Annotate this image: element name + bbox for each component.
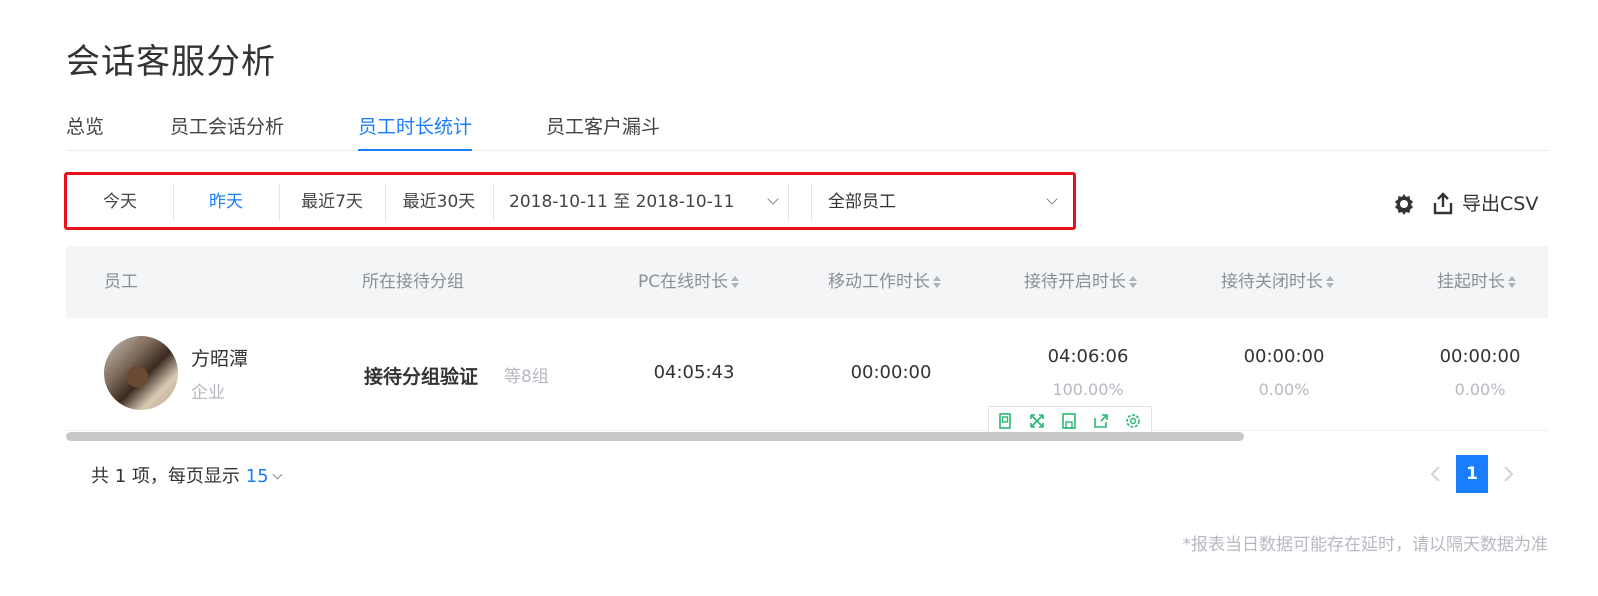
col-pc-online[interactable]: PC在线时长 <box>638 246 740 318</box>
share-icon[interactable] <box>1091 411 1111 431</box>
save-icon[interactable] <box>1059 411 1079 431</box>
tab-overview[interactable]: 总览 <box>66 112 104 149</box>
horizontal-scrollbar[interactable] <box>66 432 1244 441</box>
table-header: 员工 所在接待分组 PC在线时长 移动工作时长 接待开启时长 接待关闭时长 挂起… <box>66 246 1548 318</box>
sort-icon <box>1129 276 1137 288</box>
page-title: 会话客服分析 <box>66 42 276 82</box>
page-number-button[interactable]: 1 <box>1456 455 1488 493</box>
suspended-pct: 0.00% <box>1454 380 1506 399</box>
range-7days-button[interactable]: 最近7天 <box>279 183 386 221</box>
reception-open-pct: 100.00% <box>1052 380 1124 399</box>
upload-icon <box>1433 192 1453 215</box>
expand-icon[interactable] <box>1027 411 1047 431</box>
reception-closed-pct: 0.00% <box>1258 380 1310 399</box>
chevron-down-icon <box>272 469 283 480</box>
date-range-value: 2018-10-11 至 2018-10-11 <box>509 192 735 212</box>
page-size-select[interactable]: 15 <box>246 466 283 487</box>
range-yesterday-button[interactable]: 昨天 <box>173 183 280 221</box>
col-suspended[interactable]: 挂起时长 <box>1437 246 1516 318</box>
export-csv-label: 导出CSV <box>1462 193 1539 215</box>
reception-closed-value: 00:00:00 <box>1243 346 1325 367</box>
col-reception-closed[interactable]: 接待关闭时长 <box>1221 246 1334 318</box>
staff-name: 方昭潭 <box>191 348 249 370</box>
chevron-left-icon[interactable] <box>1426 464 1446 484</box>
sort-icon <box>731 276 740 288</box>
staff-select[interactable]: 全部员工 <box>811 183 1067 221</box>
gear-icon[interactable] <box>1392 192 1416 216</box>
col-group: 所在接待分组 <box>362 272 464 292</box>
col-mobile-work[interactable]: 移动工作时长 <box>828 246 941 318</box>
group-name: 接待分组验证 <box>364 366 479 388</box>
staff-type: 企业 <box>191 383 225 403</box>
avatar <box>104 336 178 410</box>
pagination-summary: 共 1 项，每页显示 15 <box>91 462 283 488</box>
pc-online-value: 04:05:43 <box>653 362 735 383</box>
chevron-down-icon <box>1046 193 1058 205</box>
export-csv-button[interactable]: 导出CSV <box>1432 190 1538 218</box>
gear-icon[interactable] <box>1123 411 1143 431</box>
filter-bar: 今天 昨天 最近7天 最近30天 2018-10-11 至 2018-10-11… <box>64 172 1076 230</box>
date-range-picker[interactable]: 2018-10-11 至 2018-10-11 <box>495 183 789 221</box>
mobile-work-value: 00:00:00 <box>850 362 932 383</box>
tab-staff-duration-stats[interactable]: 员工时长统计 <box>358 112 473 151</box>
copy-icon[interactable] <box>995 411 1015 431</box>
tab-staff-customer-funnel[interactable]: 员工客户漏斗 <box>546 112 660 149</box>
reception-open-value: 04:06:06 <box>1047 346 1129 367</box>
data-delay-notice: *报表当日数据可能存在延时，请以隔天数据为准 <box>1182 535 1549 555</box>
tab-bar: 总览 员工会话分析 员工时长统计 员工客户漏斗 <box>66 108 1548 151</box>
sort-icon <box>1326 276 1334 288</box>
col-reception-open[interactable]: 接待开启时长 <box>1024 246 1137 318</box>
staff-select-value: 全部员工 <box>828 192 896 212</box>
col-staff: 员工 <box>104 272 138 292</box>
chevron-right-icon[interactable] <box>1498 464 1518 484</box>
sort-icon <box>1508 276 1516 288</box>
table-row: 方昭潭 企业 接待分组验证 等8组 04:05:43 00:00:00 04:0… <box>66 318 1548 431</box>
sort-icon <box>933 276 941 288</box>
group-extra[interactable]: 等8组 <box>504 362 549 387</box>
chevron-down-icon <box>767 193 779 205</box>
range-today-button[interactable]: 今天 <box>67 183 174 221</box>
range-30days-button[interactable]: 最近30天 <box>385 183 494 221</box>
tab-staff-session-analysis[interactable]: 员工会话分析 <box>170 112 284 149</box>
suspended-value: 00:00:00 <box>1439 346 1521 367</box>
